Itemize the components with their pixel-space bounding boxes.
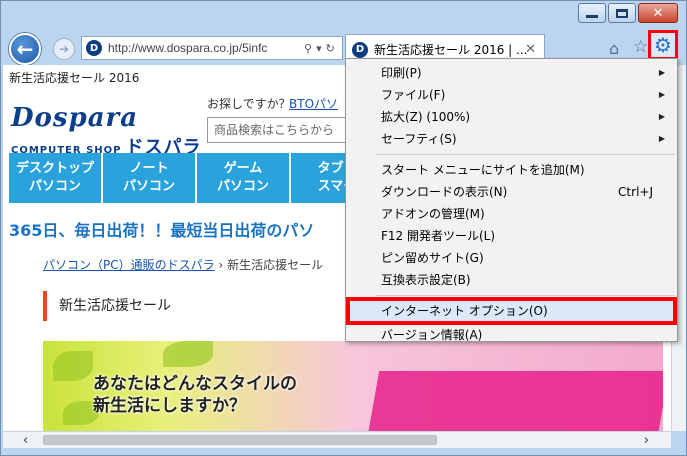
menu-item-downloads[interactable]: ダウンロードの表示(N) Ctrl+J	[346, 181, 677, 203]
menu-separator	[376, 154, 675, 155]
menu-item-label: アドオンの管理(M)	[381, 207, 485, 221]
menu-item-label: 互換表示設定(B)	[381, 273, 471, 287]
close-icon: ✕	[652, 5, 664, 21]
dospara-logo[interactable]: Dospara COMPUTER SHOP ドスパラ	[11, 105, 201, 159]
menu-separator	[376, 295, 675, 296]
refresh-icon[interactable]: ↻	[326, 42, 335, 55]
site-favicon-icon: D	[86, 40, 102, 56]
tools-button[interactable]: ⚙	[648, 30, 678, 60]
bto-link[interactable]: BTOパソ	[289, 95, 338, 112]
menu-item-label: ダウンロードの表示(N)	[381, 185, 508, 199]
scroll-left-icon[interactable]: ‹	[23, 433, 28, 448]
banner-line-1: あなたはどんなスタイルの	[93, 374, 297, 394]
tools-menu: 印刷(P) ▶ ファイル(F) ▶ 拡大(Z) (100%) ▶ セーフティ(S) ▶ …	[345, 58, 678, 342]
menu-item-devtools[interactable]: F12 開発者ツール(L)	[346, 225, 677, 247]
nav-label-line1: ノート	[129, 161, 169, 176]
menu-item-compat-view[interactable]: 互換表示設定(B)	[346, 269, 677, 291]
leaf-decoration	[53, 351, 93, 381]
product-search-input[interactable]: 商品検索はこちらから	[207, 117, 367, 143]
menu-item-internet-options[interactable]: インターネット オプション(O)	[346, 297, 677, 325]
maximize-button[interactable]	[608, 3, 636, 23]
search-icon[interactable]: ⚲	[304, 42, 312, 55]
nav-label-line2: パソコン	[28, 179, 81, 194]
dropdown-icon[interactable]: ▾	[316, 42, 322, 55]
minimize-icon	[586, 14, 598, 18]
favorites-star-icon[interactable]: ☆	[633, 37, 648, 57]
submenu-arrow-icon: ▶	[658, 68, 665, 77]
breadcrumb: パソコン（PC）通販のドスパラ › 新生活応援セール	[43, 256, 323, 273]
menu-item-add-to-start[interactable]: スタート メニューにサイトを追加(M)	[346, 159, 677, 181]
home-icon[interactable]: ⌂	[609, 39, 619, 58]
nav-desktop-pc[interactable]: デスクトップ パソコン	[9, 153, 101, 203]
menu-item-label: インターネット オプション(O)	[381, 304, 548, 318]
back-arrow-icon: ←	[16, 37, 34, 61]
menu-item-label: ファイル(F)	[381, 88, 446, 102]
tab-favicon-icon: D	[352, 41, 368, 58]
url-text[interactable]: http://www.dospara.co.jp/5infc	[108, 41, 300, 55]
breadcrumb-home-link[interactable]: パソコン（PC）通販のドスパラ	[43, 258, 215, 272]
menu-item-safety[interactable]: セーフティ(S) ▶	[346, 128, 677, 150]
tab-title: 新生活応援セール 2016 | ...	[374, 43, 528, 57]
logo-main-text: Dospara	[11, 103, 139, 133]
menu-item-label: 拡大(Z) (100%)	[381, 110, 471, 124]
submenu-arrow-icon: ▶	[658, 90, 665, 99]
scroll-right-icon[interactable]: ›	[644, 433, 649, 448]
address-bar[interactable]: D http://www.dospara.co.jp/5infc ⚲ ▾ ↻	[81, 36, 343, 60]
maximize-icon	[616, 8, 628, 18]
menu-item-label: スタート メニューにサイトを追加(M)	[381, 163, 585, 177]
menu-item-print[interactable]: 印刷(P) ▶	[346, 62, 677, 84]
tab-close-icon[interactable]: ✕	[525, 42, 536, 57]
section-heading: 新生活応援セール	[43, 291, 171, 321]
menu-item-pinned-sites[interactable]: ピン留めサイト(G)	[346, 247, 677, 269]
menu-item-label: ピン留めサイト(G)	[381, 251, 484, 265]
nav-label-line2: パソコン	[122, 179, 175, 194]
nav-notebook-pc[interactable]: ノート パソコン	[103, 153, 195, 203]
banner-line-2: 新生活にしますか？	[93, 396, 246, 416]
menu-item-label: 印刷(P)	[381, 66, 422, 80]
close-window-button[interactable]: ✕	[638, 3, 678, 23]
forward-button[interactable]: ➔	[53, 38, 75, 60]
nav-label-line1: デスクトップ	[15, 161, 94, 176]
menu-item-label: セーフティ(S)	[381, 132, 457, 146]
menu-item-label: F12 開発者ツール(L)	[381, 229, 496, 243]
nav-label-line1: ゲーム	[223, 161, 263, 176]
breadcrumb-current: 新生活応援セール	[227, 258, 324, 272]
window-controls: ✕	[578, 3, 678, 23]
page-title: 新生活応援セール 2016	[9, 71, 140, 85]
forward-arrow-icon: ➔	[58, 42, 70, 56]
menu-item-zoom[interactable]: 拡大(Z) (100%) ▶	[346, 106, 677, 128]
nav-gaming-pc[interactable]: ゲーム パソコン	[197, 153, 289, 203]
back-button[interactable]: ←	[9, 33, 41, 65]
horizontal-scrollbar[interactable]: ‹ ›	[3, 431, 671, 448]
menu-shortcut: Ctrl+J	[618, 185, 653, 199]
leaf-decoration	[163, 341, 213, 367]
headline: 365日、毎日出荷！！最短当日出荷のパソ	[9, 221, 315, 240]
submenu-arrow-icon: ▶	[658, 112, 665, 121]
nav-label-line2: パソコン	[216, 179, 269, 194]
banner-text: あなたはどんなスタイルの 新生活にしますか？	[93, 373, 297, 417]
category-nav: デスクトップ パソコン ノート パソコン ゲーム パソコン タブレ スマー	[9, 153, 383, 203]
banner-graphic	[366, 371, 663, 431]
scroll-thumb[interactable]	[43, 435, 437, 445]
gear-icon: ⚙	[654, 33, 672, 57]
menu-item-about[interactable]: バージョン情報(A)	[346, 324, 677, 346]
search-prompt: お探しですか？	[207, 97, 291, 111]
menu-item-file[interactable]: ファイル(F) ▶	[346, 84, 677, 106]
menu-item-addons[interactable]: アドオンの管理(M)	[346, 203, 677, 225]
browser-window: ✕ ← ➔ D http://www.dospara.co.jp/5infc ⚲…	[0, 0, 687, 456]
minimize-button[interactable]	[578, 3, 606, 23]
menu-item-label: バージョン情報(A)	[381, 328, 483, 342]
sale-banner[interactable]: あなたはどんなスタイルの 新生活にしますか？	[43, 341, 663, 431]
submenu-arrow-icon: ▶	[658, 134, 665, 143]
breadcrumb-separator: ›	[218, 258, 224, 272]
